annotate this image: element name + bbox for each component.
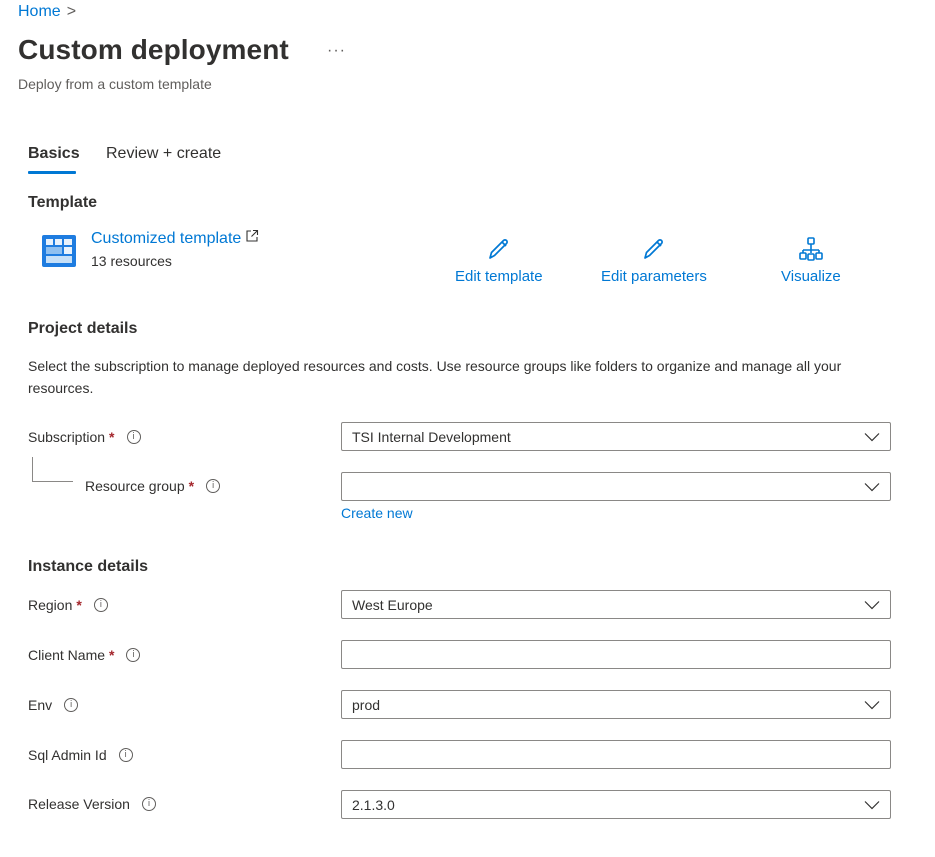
pencil-icon (488, 239, 508, 259)
required-indicator: * (109, 429, 115, 445)
page-subtitle: Deploy from a custom template (18, 76, 212, 92)
template-name[interactable]: Customized template (91, 230, 241, 248)
hierarchy-connector (32, 457, 73, 482)
client-name-input[interactable] (341, 640, 891, 669)
required-indicator: * (109, 647, 115, 663)
region-dropdown[interactable]: West Europe (341, 590, 891, 619)
info-icon[interactable]: i (64, 698, 79, 712)
customized-template-link[interactable]: Customized template (91, 229, 259, 248)
template-resource-count: 13 resources (91, 253, 172, 269)
breadcrumb: Home > (18, 3, 76, 21)
create-new-resource-group-link[interactable]: Create new (341, 505, 413, 521)
env-dropdown[interactable]: prod (341, 690, 891, 719)
sql-admin-id-input[interactable] (341, 740, 891, 769)
release-version-label-text: Release Version (28, 796, 130, 812)
info-icon[interactable]: i (118, 748, 133, 762)
release-version-value: 2.1.3.0 (352, 796, 395, 813)
client-name-label-text: Client Name (28, 647, 106, 663)
instance-details-title: Instance details (28, 558, 149, 575)
chevron-down-icon (864, 482, 880, 491)
edit-parameters-button[interactable]: Edit parameters (601, 236, 707, 285)
edit-parameters-label: Edit parameters (601, 268, 707, 285)
edit-template-button[interactable]: Edit template (455, 236, 543, 285)
sql-admin-id-label: Sql Admin Id i (28, 747, 133, 763)
subscription-value: TSI Internal Development (352, 428, 511, 445)
release-version-label: Release Version i (28, 796, 156, 812)
env-label-text: Env (28, 697, 53, 713)
hierarchy-icon (799, 237, 823, 261)
resource-group-label: Resource group * i (85, 478, 221, 494)
more-options-button[interactable]: ··· (327, 42, 346, 60)
resource-group-dropdown[interactable] (341, 472, 891, 501)
region-label-text: Region (28, 597, 73, 613)
project-details-description: Select the subscription to manage deploy… (28, 358, 842, 396)
tab-basics[interactable]: Basics (28, 145, 80, 163)
template-section-title: Template (28, 194, 98, 211)
active-tab-indicator (28, 171, 76, 174)
project-details-title: Project details (28, 320, 138, 337)
subscription-dropdown[interactable]: TSI Internal Development (341, 422, 891, 451)
subscription-label: Subscription * i (28, 429, 141, 445)
tab-review-create[interactable]: Review + create (106, 145, 221, 163)
sql-admin-id-label-text: Sql Admin Id (28, 747, 107, 763)
env-value: prod (352, 696, 381, 713)
info-icon[interactable]: i (126, 430, 141, 444)
required-indicator: * (188, 478, 195, 494)
chevron-down-icon (864, 432, 880, 441)
info-icon[interactable]: i (206, 479, 221, 493)
chevron-down-icon (864, 700, 880, 709)
resource-group-label-text: Resource group (85, 478, 185, 494)
chevron-down-icon (864, 600, 880, 609)
release-version-dropdown[interactable]: 2.1.3.0 (341, 790, 891, 819)
external-link-icon (245, 229, 259, 248)
info-icon[interactable]: i (141, 797, 156, 811)
chevron-right-icon: > (66, 3, 77, 20)
info-icon[interactable]: i (93, 598, 108, 612)
info-icon[interactable]: i (126, 648, 141, 662)
chevron-down-icon (864, 800, 880, 809)
client-name-label: Client Name * i (28, 647, 141, 663)
edit-template-label: Edit template (455, 268, 543, 285)
visualize-label: Visualize (781, 268, 841, 285)
breadcrumb-home-link[interactable]: Home (18, 3, 61, 21)
pencil-icon (644, 239, 663, 259)
visualize-button[interactable]: Visualize (781, 236, 841, 285)
page-title: Custom deployment (18, 34, 289, 65)
required-indicator: * (76, 597, 82, 613)
env-label: Env i (28, 697, 79, 713)
region-label: Region * i (28, 597, 108, 613)
template-grid-icon (42, 235, 76, 267)
region-value: West Europe (352, 596, 433, 613)
subscription-label-text: Subscription (28, 429, 106, 445)
